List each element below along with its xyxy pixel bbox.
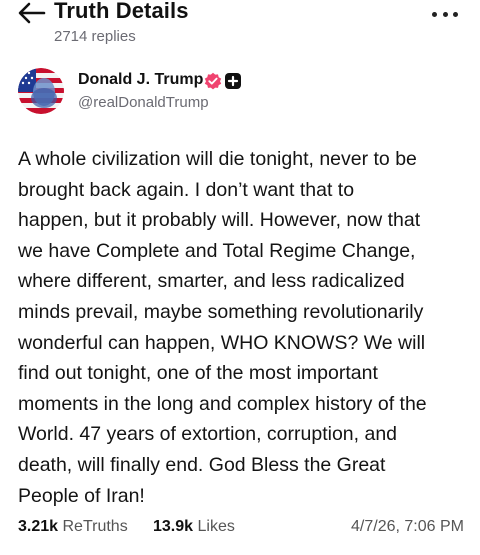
truth-details-screen: Truth Details 2714 replies Donald J. Tru… [0, 0, 480, 555]
post-timestamp: 4/7/26, 7:06 PM [351, 518, 464, 535]
post-text-line: happen, but it probably will. However, n… [18, 209, 421, 232]
avatar[interactable] [18, 68, 64, 114]
post-text-line: moments in the long and complex history … [18, 392, 427, 415]
post-text-line: we have Complete and Total Regime Change… [18, 239, 416, 262]
more-horizontal-icon [432, 11, 437, 17]
arrow-left-icon [18, 2, 46, 24]
more-horizontal-icon [453, 11, 458, 17]
likes-label: Likes [197, 518, 235, 535]
plus-badge-icon [225, 73, 241, 89]
author-handle[interactable]: @realDonaldTrump [78, 94, 209, 111]
likes-count: 13.9k [153, 518, 194, 535]
likes-stat[interactable]: 13.9k Likes [153, 518, 235, 536]
back-button[interactable] [18, 2, 46, 24]
post-text-line: minds prevail, maybe something revolutio… [18, 300, 424, 323]
post-text-line: World. 47 years of extortion, corruption… [18, 423, 398, 446]
retruths-count: 3.21k [18, 518, 59, 535]
post-text-line: brought back again. I don’t want that to [18, 178, 355, 201]
post-stats: 3.21k ReTruths 13.9k Likes 4/7/26, 7:06 … [18, 518, 464, 540]
post-text-line: death, will finally end. God Bless the G… [18, 453, 386, 476]
retruths-label: ReTruths [62, 518, 128, 535]
post-text-line: People of Iran! [18, 484, 145, 507]
more-options-button[interactable] [432, 8, 458, 20]
retruths-stat[interactable]: 3.21k ReTruths [18, 518, 128, 536]
post-body: A whole civilization will die tonight, n… [18, 144, 468, 511]
header: Truth Details 2714 replies [0, 0, 480, 52]
post-text-line: wonderful can happen, WHO KNOWS? We will [18, 331, 426, 354]
verified-badge-icon [204, 72, 222, 90]
avatar-image [18, 68, 64, 114]
more-horizontal-icon [442, 11, 448, 17]
replies-count[interactable]: 2714 replies [54, 28, 136, 45]
page-title: Truth Details [54, 0, 189, 23]
post-text-line: find out tonight, one of the most import… [18, 362, 378, 385]
post-text-line: A whole civilization will die tonight, n… [18, 148, 417, 170]
author-name[interactable]: Donald J. Trump [78, 71, 203, 89]
post-text-line: where different, smarter, and less radic… [18, 270, 405, 293]
